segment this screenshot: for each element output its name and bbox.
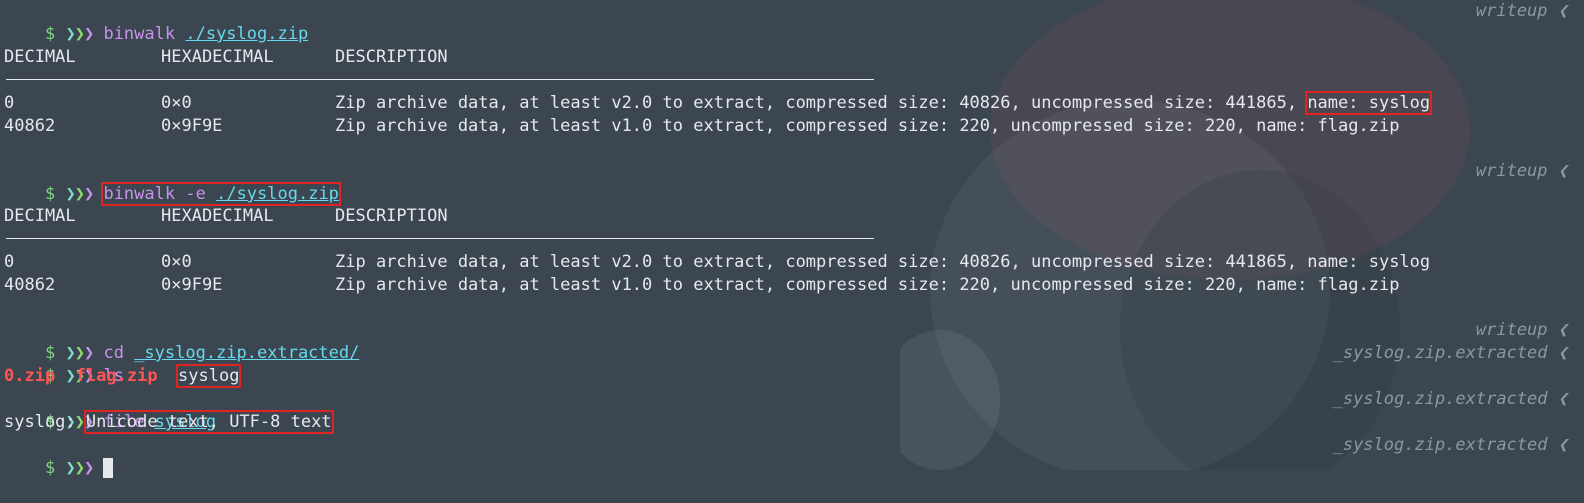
ls-output: 0.zip flag.zip syslog [4, 364, 1584, 388]
prompt-symbol: $ [44, 184, 56, 204]
prompt-line: $ ❯❯❯ binwalk -e ./syslog.zip [4, 160, 1584, 206]
cell-desc: Zip archive data, at least v2.0 to extra… [335, 91, 1433, 115]
command-arg[interactable]: ./syslog.zip [185, 24, 308, 44]
table-row: 40862 0×9F9E Zip archive data, at least v1… [4, 274, 1584, 297]
highlight-box: name: syslog [1305, 91, 1433, 115]
command-name: binwalk [103, 184, 176, 204]
cell-desc: Zip archive data, at least v2.0 to extra… [335, 252, 1431, 272]
right-prompt: writeup ❮ [1475, 161, 1568, 181]
header-decimal: DECIMAL [4, 206, 76, 226]
prompt-line: $ ❯❯❯ binwalk ./syslog.zip [4, 0, 1584, 44]
highlight-box: Unicode text, UTF-8 text [83, 410, 334, 434]
header-hex: HEXADECIMAL [161, 47, 274, 67]
cell-desc: Zip archive data, at least v1.0 to extra… [335, 275, 1400, 295]
prompt-arrows: ❯❯❯ [65, 458, 94, 478]
header-desc: DESCRIPTION [335, 47, 448, 67]
cell-decimal: 40862 [4, 275, 56, 295]
table-header: DECIMAL HEXADECIMAL DESCRIPTION [4, 46, 1584, 69]
command-arg[interactable]: ./syslog.zip [216, 184, 339, 204]
cell-hex: 0×9F9E [161, 116, 223, 136]
header-hex: HEXADECIMAL [161, 206, 274, 226]
output-label: syslog: [4, 412, 76, 432]
cursor[interactable] [103, 458, 114, 478]
right-prompt: writeup ❮ [1475, 1, 1568, 21]
file-output: syslog: Unicode text, UTF-8 text [4, 410, 1584, 434]
cell-decimal: 40862 [4, 116, 56, 136]
prompt-symbol: $ [44, 458, 56, 478]
right-prompt: _syslog.zip.extracted ❮ [1332, 389, 1568, 409]
prompt-line: $ ❯❯❯ cd _syslog.zip.extracted/ [4, 319, 1584, 363]
prompt-arrows: ❯❯❯ [65, 184, 94, 204]
table-row: 0 0×0 Zip archive data, at least v2.0 to e… [4, 91, 1584, 115]
divider [6, 79, 874, 80]
cell-desc: Zip archive data, at least v1.0 to extra… [335, 116, 1400, 136]
table-row: 0 0×0 Zip archive data, at least v2.0 to e… [4, 251, 1584, 274]
highlight-box: syslog [176, 364, 242, 388]
cell-hex: 0×0 [161, 93, 192, 113]
right-prompt: _syslog.zip.extracted ❮ [1332, 343, 1568, 363]
prompt-symbol: $ [44, 24, 56, 44]
cell-decimal: 0 [4, 252, 15, 272]
command-name: binwalk [103, 24, 176, 44]
right-prompt: _syslog.zip.extracted ❮ [1332, 435, 1568, 455]
prompt-arrows: ❯❯❯ [65, 24, 94, 44]
table-row: 40862 0×9F9E Zip archive data, at least v1… [4, 115, 1584, 138]
terminal[interactable]: $ ❯❯❯ binwalk ./syslog.zip writeup ❮ DEC… [0, 0, 1584, 478]
highlight-box: binwalk -e ./syslog.zip [101, 182, 341, 206]
divider [6, 238, 874, 239]
table-header: DECIMAL HEXADECIMAL DESCRIPTION [4, 205, 1584, 228]
command-flag: -e [185, 184, 206, 204]
header-desc: DESCRIPTION [335, 206, 448, 226]
header-decimal: DECIMAL [4, 47, 76, 67]
cell-hex: 0×9F9E [161, 275, 223, 295]
cell-hex: 0×0 [161, 252, 192, 272]
cell-decimal: 0 [4, 93, 15, 113]
file-entry: flag.zip [75, 366, 158, 386]
right-prompt: writeup ❮ [1475, 320, 1568, 340]
file-entry: 0.zip [4, 366, 56, 386]
